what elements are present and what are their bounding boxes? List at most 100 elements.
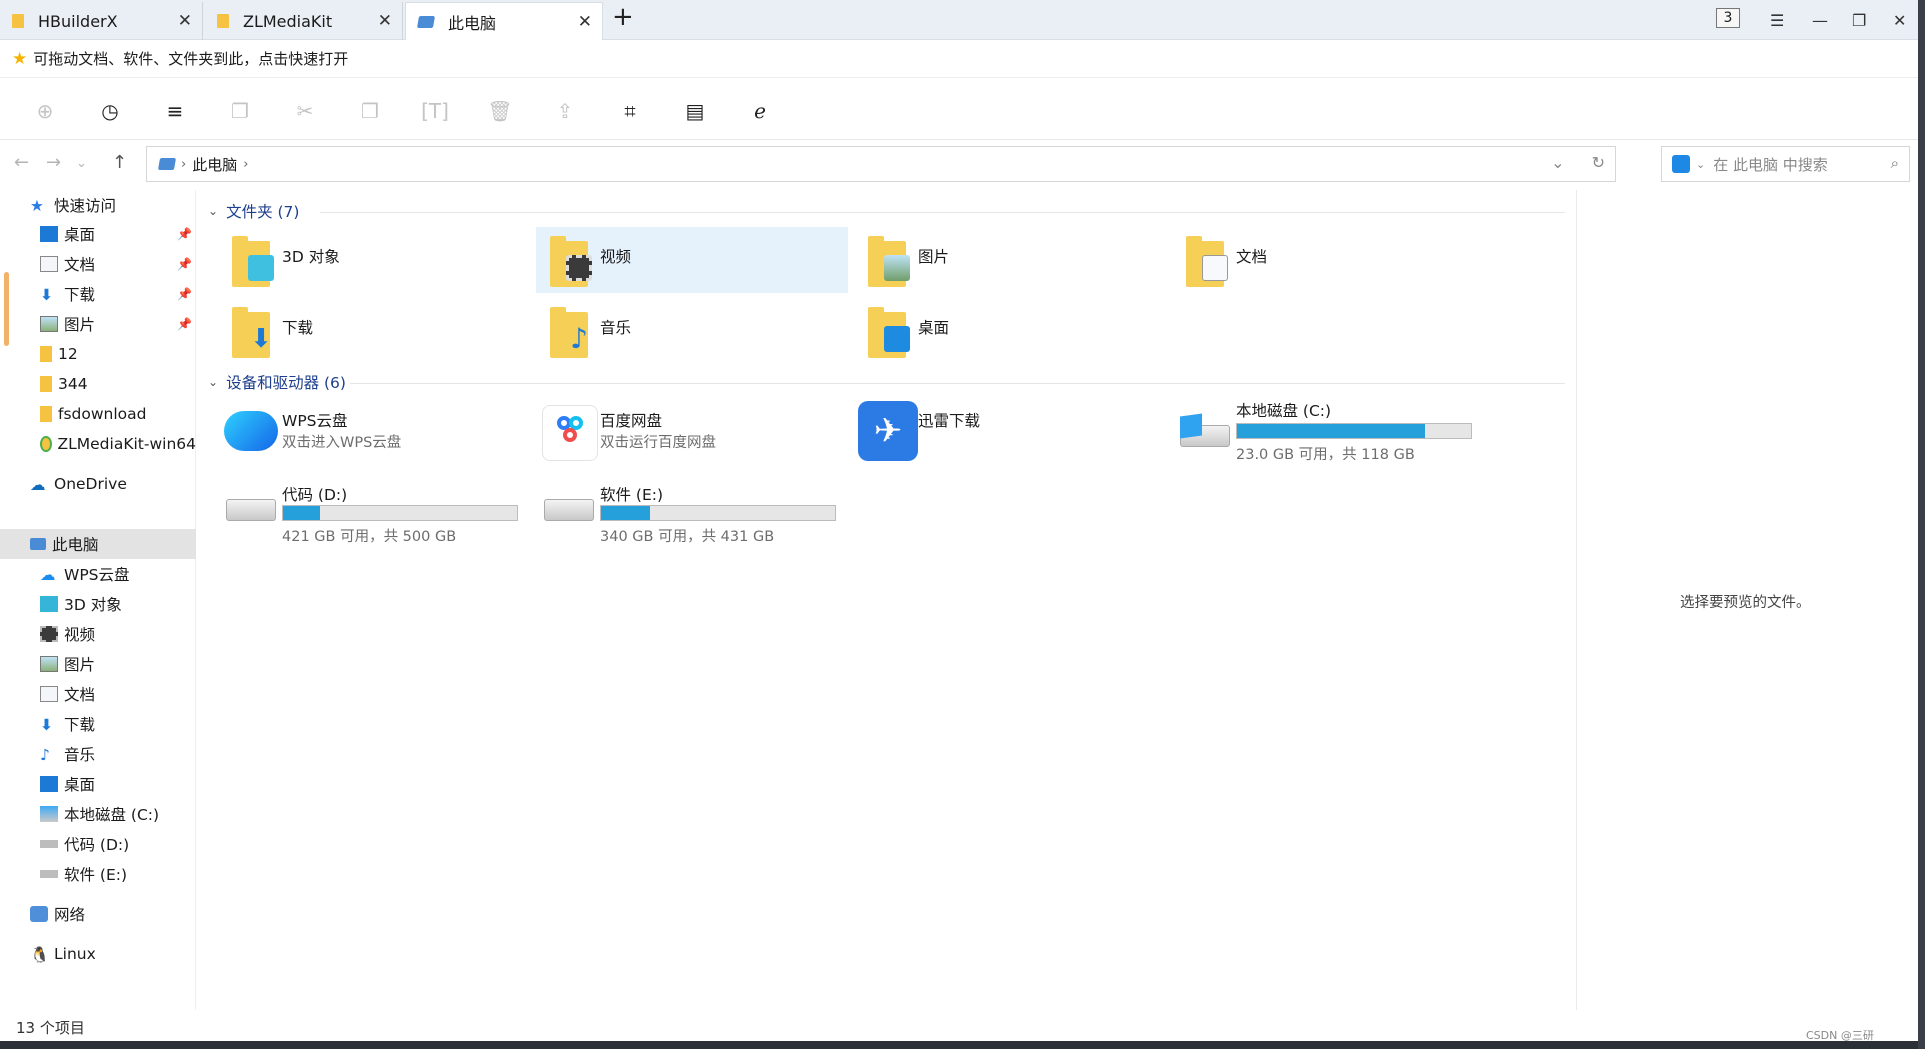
sidebar-item-drive-d[interactable]: 代码 (D:): [0, 829, 196, 859]
pin-icon[interactable]: 📌: [177, 287, 192, 301]
rename-icon[interactable]: [T]: [420, 96, 450, 126]
folder-icon: [40, 376, 52, 392]
folder-videos[interactable]: 视频: [536, 227, 848, 293]
quick-drop-bar[interactable]: ★ 可拖动文档、软件、文件夹到此，点击快速打开: [0, 40, 1925, 78]
address-controls: ⌄ ↻: [1551, 153, 1605, 172]
sidebar-item-this-pc[interactable]: 此电脑: [0, 529, 196, 559]
sidebar-item-desktop-pc[interactable]: 桌面: [0, 769, 196, 799]
device-wps-cloud[interactable]: WPS云盘 双击进入WPS云盘: [218, 401, 530, 467]
tab-this-pc[interactable]: 此电脑 ✕: [405, 2, 603, 40]
crop-icon[interactable]: ⌗: [615, 96, 645, 126]
sidebar-item-344[interactable]: 344: [0, 369, 196, 399]
folder-desktop[interactable]: 桌面: [854, 298, 1166, 364]
sidebar-label: 344: [58, 375, 88, 393]
calculator-icon[interactable]: ▤: [680, 96, 710, 126]
forward-arrow-icon[interactable]: →: [46, 152, 61, 173]
address-bar[interactable]: › 此电脑 › ⌄ ↻: [146, 146, 1616, 182]
sidebar-item-pictures[interactable]: 图片 📌: [0, 309, 196, 339]
folder-music[interactable]: ♪ 音乐: [536, 298, 848, 364]
search-engine-icon[interactable]: [1672, 155, 1690, 173]
sidebar-item-downloads-pc[interactable]: ⬇ 下载: [0, 709, 196, 739]
new-tab-button[interactable]: +: [612, 2, 634, 32]
cloud-icon: ☁: [30, 476, 46, 494]
sidebar-item-fsdownload[interactable]: fsdownload: [0, 399, 196, 429]
search-box[interactable]: ⌄ 在 此电脑 中搜索 ⌕: [1661, 146, 1910, 182]
search-icon[interactable]: ⌕: [1891, 154, 1899, 172]
sidebar-item-drive-e[interactable]: 软件 (E:): [0, 859, 196, 889]
desktop-icon: [40, 226, 58, 242]
close-icon[interactable]: ✕: [578, 12, 592, 32]
chevron-down-icon[interactable]: ⌄: [1696, 158, 1705, 171]
sidebar-item-drive-c[interactable]: 本地磁盘 (C:): [0, 799, 196, 829]
tab-bar: HBuilderX ✕ ZLMediaKit ✕ 此电脑 ✕ + 3 ☰ — ❐…: [0, 0, 1925, 40]
browser-icon[interactable]: ℯ: [745, 96, 775, 126]
sidebar-item-12[interactable]: 12: [0, 339, 196, 369]
sidebar-item-linux[interactable]: 🐧 Linux: [0, 939, 196, 969]
tab-label: ZLMediaKit: [243, 11, 333, 31]
sidebar-item-pictures-pc[interactable]: 图片: [0, 649, 196, 679]
chevron-down-icon[interactable]: ⌄: [208, 204, 218, 218]
device-xunlei[interactable]: ✈ 迅雷下载: [854, 401, 1166, 467]
device-drive-c[interactable]: 本地磁盘 (C:) 23.0 GB 可用，共 118 GB: [1172, 401, 1484, 467]
sidebar-item-videos[interactable]: 视频: [0, 619, 196, 649]
history-icon[interactable]: ◷: [95, 96, 125, 126]
folder-pictures[interactable]: 图片: [854, 227, 1166, 293]
sidebar-item-zlmediakit[interactable]: ZLMediaKit-win64: [0, 429, 196, 459]
sidebar-label: fsdownload: [58, 405, 147, 423]
paste-icon[interactable]: ❐: [355, 96, 385, 126]
pin-icon[interactable]: 📌: [177, 317, 192, 331]
close-icon[interactable]: ✕: [378, 11, 392, 31]
sidebar-item-onedrive[interactable]: ☁ OneDrive: [0, 469, 196, 499]
sidebar-item-3d-objects[interactable]: 3D 对象: [0, 589, 196, 619]
new-icon[interactable]: ⊕: [30, 96, 60, 126]
recent-dropdown-icon[interactable]: ⌄: [76, 156, 87, 171]
sidebar-item-downloads[interactable]: ⬇ 下载 📌: [0, 279, 196, 309]
windows-drive-icon: [40, 806, 58, 822]
tab-hbuilderx[interactable]: HBuilderX ✕: [0, 2, 203, 40]
sidebar-item-quick-access[interactable]: ★ 快速访问: [0, 190, 196, 220]
close-window-button[interactable]: ✕: [1893, 0, 1906, 40]
device-baidu-netdisk[interactable]: 百度网盘 双击运行百度网盘: [536, 401, 848, 467]
back-arrow-icon[interactable]: ←: [14, 152, 29, 173]
section-header-devices[interactable]: ⌄ 设备和驱动器 (6): [208, 371, 346, 393]
sidebar-item-music[interactable]: ♪ 音乐: [0, 739, 196, 769]
tab-zlmediakit[interactable]: ZLMediaKit ✕: [205, 2, 403, 40]
breadcrumb-this-pc[interactable]: 此电脑: [192, 154, 237, 175]
folder-label: 下载: [282, 319, 314, 337]
device-name: 代码 (D:): [282, 486, 348, 504]
window-count-badge[interactable]: 3: [1716, 8, 1740, 28]
chevron-down-icon[interactable]: ⌄: [208, 375, 218, 389]
menu-icon[interactable]: ☰: [1770, 0, 1784, 40]
section-header-folders[interactable]: ⌄ 文件夹 (7): [208, 200, 299, 222]
minimize-button[interactable]: —: [1812, 0, 1828, 40]
refresh-icon[interactable]: ↻: [1592, 153, 1605, 172]
pin-icon[interactable]: 📌: [177, 257, 192, 271]
copy-icon[interactable]: ❐: [225, 96, 255, 126]
sidebar-item-desktop[interactable]: 桌面 📌: [0, 219, 196, 249]
sidebar-item-network[interactable]: 网络: [0, 899, 196, 929]
chevron-right-icon[interactable]: ›: [243, 157, 248, 172]
sidebar-item-documents-pc[interactable]: 文档: [0, 679, 196, 709]
view-list-icon[interactable]: ≡: [160, 96, 190, 126]
up-arrow-icon[interactable]: ↑: [112, 152, 127, 173]
chevron-down-icon[interactable]: ⌄: [1551, 153, 1564, 172]
windows-logo-icon: [1180, 413, 1202, 439]
folder-documents[interactable]: 文档: [1172, 227, 1484, 293]
pin-icon[interactable]: 📌: [177, 227, 192, 241]
sidebar-label: 3D 对象: [64, 596, 122, 614]
cut-icon[interactable]: ✂: [290, 96, 320, 126]
share-icon[interactable]: ⇪: [550, 96, 580, 126]
search-placeholder[interactable]: 在 此电脑 中搜索: [1713, 154, 1828, 175]
device-drive-e[interactable]: 软件 (E:) 340 GB 可用，共 431 GB: [536, 475, 848, 545]
folder-3d-objects[interactable]: 3D 对象: [218, 227, 530, 293]
delete-icon[interactable]: 🗑: [485, 96, 515, 126]
picture-icon: [40, 656, 58, 672]
folder-downloads[interactable]: ⬇ 下载: [218, 298, 530, 364]
sidebar-item-wps-cloud[interactable]: ☁ WPS云盘: [0, 559, 196, 589]
restore-button[interactable]: ❐: [1852, 0, 1866, 40]
sidebar-item-documents[interactable]: 文档 📌: [0, 249, 196, 279]
device-drive-d[interactable]: 代码 (D:) 421 GB 可用，共 500 GB: [218, 475, 530, 545]
close-icon[interactable]: ✕: [178, 11, 192, 31]
hint-text: 可拖动文档、软件、文件夹到此，点击快速打开: [33, 50, 349, 68]
preview-divider[interactable]: [1576, 190, 1577, 1010]
